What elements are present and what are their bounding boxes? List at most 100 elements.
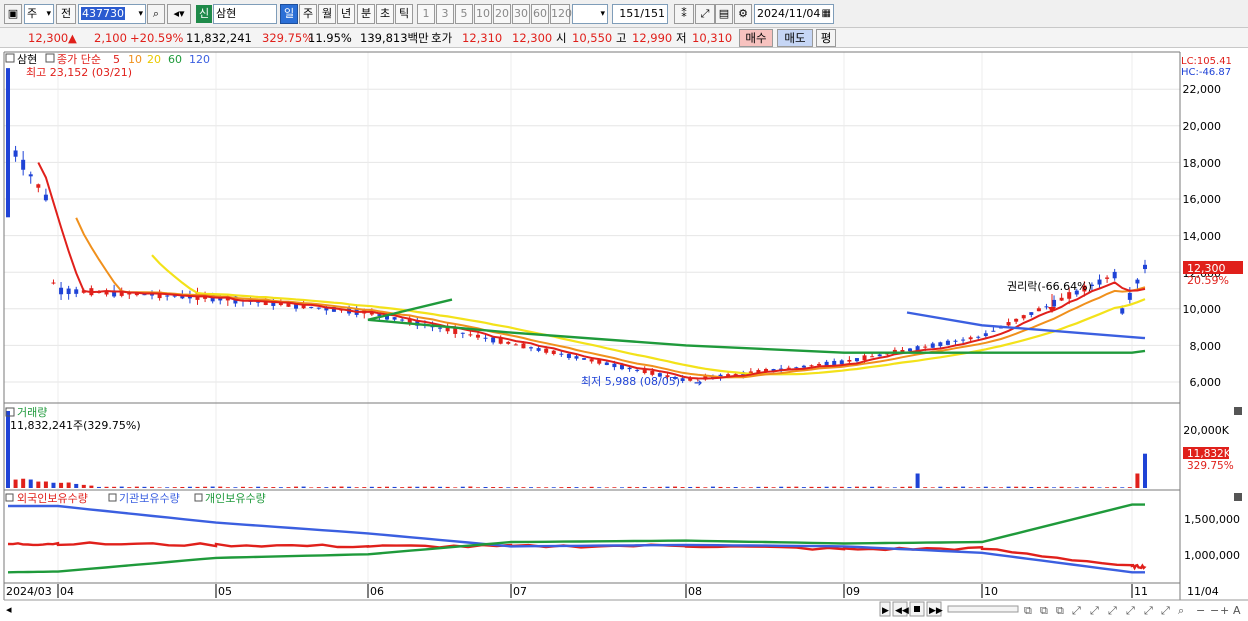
volume-bar — [13, 479, 18, 488]
draw-icon[interactable]: ⤢ — [1090, 604, 1099, 617]
buy-button[interactable]: 매수 — [739, 29, 773, 47]
volume-bar — [961, 486, 966, 488]
low-arrow-icon: ➔ — [694, 378, 702, 389]
prev-button[interactable]: 전 — [56, 4, 76, 24]
font-icon[interactable]: A — [1233, 604, 1241, 617]
window-icon[interactable]: ▣ — [4, 4, 22, 24]
volume-bar — [862, 486, 867, 488]
candle-body — [1127, 292, 1132, 300]
draw-icon[interactable]: ⤢ — [1144, 604, 1153, 617]
period-year-button[interactable]: 년 — [337, 4, 355, 24]
minute-120-button[interactable]: 120 — [550, 4, 572, 24]
candle-body — [498, 338, 503, 344]
stock-name-field[interactable]: 삼현 — [213, 4, 277, 24]
volume-bar — [832, 486, 837, 488]
minute-10-button[interactable]: 10 — [474, 4, 492, 24]
volume-bar — [1006, 486, 1011, 488]
candle-body — [1021, 315, 1026, 319]
volume-bar — [187, 486, 192, 488]
period-week-button[interactable]: 주 — [299, 4, 317, 24]
candle-body — [635, 369, 640, 371]
expand-icon[interactable]: ⤢ — [1072, 604, 1081, 617]
candle-body — [536, 348, 541, 351]
minute-3-button[interactable]: 3 — [436, 4, 454, 24]
svg-text:▶▶: ▶▶ — [929, 606, 943, 616]
period-tick-button[interactable]: 틱 — [395, 4, 413, 24]
sell-button[interactable]: 매도 — [777, 29, 813, 47]
candle-icon[interactable]: ⁑ — [674, 4, 694, 24]
volume-bar — [688, 486, 693, 488]
minute-5-button[interactable]: 5 — [455, 4, 473, 24]
x-tick: 04 — [60, 585, 74, 598]
open-price: 10,550 — [572, 31, 613, 45]
volume-bar — [551, 487, 556, 488]
candle-body — [460, 332, 465, 334]
minute-1-button[interactable]: 1 — [417, 4, 435, 24]
zoom-in-icon[interactable]: + — [1220, 604, 1229, 617]
volume-bar — [756, 486, 761, 488]
minute-20-button[interactable]: 20 — [493, 4, 511, 24]
search-icon[interactable]: ⌕ — [147, 4, 165, 24]
draw-icon[interactable]: ⤢ — [1161, 604, 1170, 617]
volume-bar — [445, 486, 450, 488]
window-icon[interactable]: ⧉ — [1040, 604, 1048, 617]
period-month-button[interactable]: 월 — [318, 4, 336, 24]
volume-bar — [134, 486, 139, 488]
zoom-slider[interactable] — [947, 605, 1019, 613]
volume-bar — [1127, 487, 1132, 488]
draw-icon[interactable]: ⤢ — [1126, 604, 1135, 617]
period-second-button[interactable]: 초 — [376, 4, 394, 24]
volume-bar — [627, 486, 632, 488]
code-input[interactable]: 437730 ▾ — [78, 4, 146, 24]
x-tick: 06 — [370, 585, 384, 598]
candle-body — [1052, 299, 1057, 307]
draw-icon[interactable]: ⤢ — [1108, 604, 1117, 617]
volume-bar — [51, 482, 56, 488]
draw-icon[interactable]: ⤢ — [695, 4, 715, 24]
volume-bar — [210, 486, 215, 488]
window-icon[interactable]: ⧉ — [1024, 604, 1032, 617]
save-icon[interactable]: ▤ — [715, 4, 733, 24]
zoom-out-icon[interactable]: − — [1196, 604, 1205, 617]
period-day-button[interactable]: 일 — [280, 4, 298, 24]
count-field[interactable]: 151/151 — [612, 4, 668, 24]
candle-body — [1067, 292, 1072, 299]
custom-period-select[interactable]: ▾ — [572, 4, 608, 24]
ma-20-label: 20 — [147, 53, 161, 66]
legend-foreign: 외국인보유수량 — [17, 492, 88, 505]
minus-icon[interactable]: − — [1210, 604, 1219, 617]
code-value: 437730 — [81, 7, 125, 20]
candle-body — [1143, 264, 1147, 270]
candle-body — [953, 340, 958, 342]
close-panel-icon[interactable] — [1234, 407, 1242, 415]
scroll-left-icon[interactable]: ◂ — [6, 603, 12, 616]
volume-bar — [119, 486, 124, 488]
y-tick: 18,000 — [1183, 157, 1222, 170]
search-icon[interactable]: ⌕ — [1178, 604, 1184, 617]
volume-bar — [892, 487, 897, 488]
minute-60-button[interactable]: 60 — [531, 4, 549, 24]
eval-button[interactable]: 평 — [816, 29, 836, 47]
gear-icon[interactable]: ⚙ — [734, 4, 752, 24]
volume-bar — [771, 487, 776, 488]
close-panel-icon[interactable] — [1234, 493, 1242, 501]
volume-bar — [150, 486, 155, 488]
candle-body — [400, 319, 405, 321]
volume-bar — [619, 487, 624, 488]
volume-bar — [733, 486, 738, 488]
window-icon[interactable]: ⧉ — [1056, 604, 1064, 617]
volume-bar — [1021, 486, 1026, 488]
volume-bar — [953, 486, 958, 488]
market-select[interactable]: 주 ▾ — [24, 4, 54, 24]
speaker-icon[interactable]: ◂▾ — [167, 4, 191, 24]
candle-body — [983, 333, 988, 337]
chart-area[interactable]: 삼현 종가 단순 5 10 20 60 120 최고 23,152 (03/21… — [0, 49, 1248, 621]
date-field[interactable]: 2024/11/04 ▦ — [754, 4, 834, 24]
candle-body — [529, 347, 534, 349]
volume-bar — [1059, 486, 1064, 488]
candle-body — [733, 373, 738, 375]
volume-bar — [650, 487, 655, 488]
minute-30-button[interactable]: 30 — [512, 4, 530, 24]
candle-body — [36, 184, 41, 188]
period-minute-button[interactable]: 분 — [357, 4, 375, 24]
